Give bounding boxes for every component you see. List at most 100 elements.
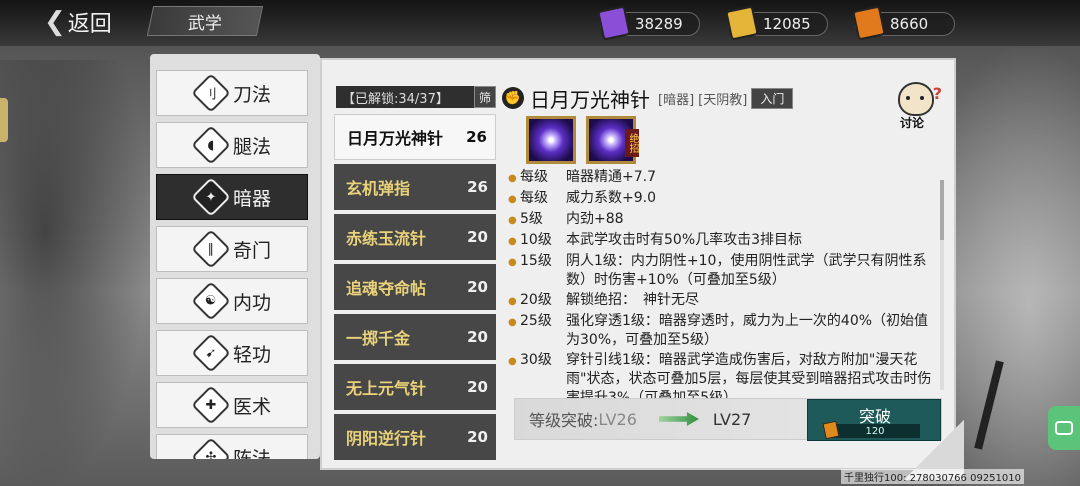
filter-button[interactable]: 筛	[474, 86, 496, 108]
skill-list-item[interactable]: 无上元气针 20	[334, 364, 496, 410]
footer-watermark: 千里独行100: 278030766 09251010	[841, 469, 1024, 484]
skill-name: 无上元气针	[346, 379, 427, 398]
category-label: 暗器	[233, 187, 272, 210]
bullet-icon: ●	[508, 257, 517, 268]
breakthrough-button[interactable]: 突破 120	[807, 399, 941, 441]
skill-name: 一掷千金	[346, 329, 411, 348]
category-kick[interactable]: ◖ 腿法	[156, 122, 308, 168]
category-formation[interactable]: ✣ 阵法	[156, 434, 308, 459]
special-move-stamp: 绝招	[625, 129, 639, 157]
formation-icon: ✣	[191, 437, 231, 459]
category-label: 腿法	[233, 135, 272, 158]
category-label: 轻功	[233, 343, 272, 366]
currency-purple[interactable]: 38289	[597, 5, 700, 41]
skill-list-item[interactable]: 日月万光神针 26	[334, 114, 496, 160]
skill-name: 阴阳逆行针	[346, 429, 427, 448]
effect-row: ● 30级 穿针引线1级：暗器武学造成伤害后，对敌方附加"漫天花雨"状态，状态可叠加…	[508, 351, 934, 400]
purple-token-icon	[597, 5, 631, 41]
left-edge-tab[interactable]	[0, 98, 8, 142]
scrollbar-thumb[interactable]	[940, 180, 944, 240]
discuss-label: 讨论	[900, 116, 925, 130]
move-burst-icon[interactable]	[526, 116, 576, 164]
skill-list-item[interactable]: 玄机弹指 26	[334, 164, 496, 210]
sect-tag: [天阴教]	[698, 92, 748, 108]
skill-level: 26	[467, 178, 488, 196]
next-level: LV27	[712, 409, 752, 429]
skill-name: 赤练玉流针	[346, 229, 427, 248]
orange-token-icon	[852, 5, 886, 41]
effect-row: ● 10级 本武学攻击时有50%几率攻击3排目标	[508, 231, 934, 251]
chat-bubble-icon	[1055, 421, 1073, 435]
rank-badge: 入门	[751, 87, 794, 109]
skill-list-item[interactable]: 赤练玉流针 20	[334, 214, 496, 260]
unlock-count: 【已解锁:34/37】	[336, 86, 478, 108]
flight-icon: ➹	[191, 333, 231, 373]
skill-name: 玄机弹指	[346, 179, 411, 198]
category-label: 奇门	[233, 239, 272, 262]
category-qimen[interactable]: ∥ 奇门	[156, 226, 308, 272]
effect-row: ● 25级 强化穿透1级：暗器穿透时，威力为上一次的40%（初始值为30%，可叠加至…	[508, 313, 929, 348]
bullet-icon: ●	[508, 296, 517, 307]
bullet-icon: ●	[508, 356, 517, 367]
skill-title: 日月万光神针	[530, 87, 650, 112]
category-blade[interactable]: 刂 刀法	[156, 70, 308, 116]
skill-level: 20	[467, 228, 488, 246]
effect-row: ● 20级 解锁绝招： 神针无尽	[508, 291, 934, 311]
chat-button[interactable]	[1048, 406, 1080, 450]
kick-icon: ◖	[191, 125, 231, 165]
breakthrough-bar: 等级突破: LV26 LV27 突破 120	[514, 398, 942, 441]
category-medicine[interactable]: ✚ 医术	[156, 382, 308, 428]
arrow-right-icon	[658, 412, 699, 426]
discuss-button[interactable]: ? 讨论	[892, 82, 942, 132]
skill-name: 追魂夺命帖	[346, 279, 427, 298]
skill-level: 26	[466, 128, 487, 146]
staff-icon: ∥	[191, 229, 231, 269]
skill-list[interactable]: 日月万光神针 26 玄机弹指 26 赤练玉流针 20 追魂夺命帖 20 一掷千金…	[334, 114, 496, 464]
skill-level: 20	[467, 378, 488, 396]
skill-list-item[interactable]: 追魂夺命帖 20	[334, 264, 496, 310]
bullet-icon: ●	[508, 236, 517, 247]
question-mark-icon: ?	[932, 84, 942, 103]
fist-icon: ✊	[502, 87, 524, 109]
category-menu: 刂 刀法 ◖ 腿法 ✦ 暗器 ∥ 奇门 ☯ 内功 ➹ 轻功 ✚ 医术 ✣ 阵法	[150, 54, 320, 459]
breakthrough-label: 等级突破:	[529, 411, 599, 430]
bullet-icon: ●	[508, 173, 517, 184]
skill-list-item[interactable]: 一掷千金 20	[334, 314, 496, 360]
category-label: 内功	[233, 291, 272, 314]
category-neigong[interactable]: ☯ 内功	[156, 278, 308, 324]
section-title-tab: 武学	[146, 6, 264, 36]
effect-row: ● 15级 阴人1级：内力阴性+10，使用阴性武学（武学只有阴性系数）时伤害+10%…	[508, 253, 927, 288]
skill-title-row: ✊ 日月万光神针 [暗器] [天阴教] 入门	[502, 84, 794, 112]
category-label: 阵法	[233, 447, 272, 460]
blade-icon: 刂	[191, 73, 231, 113]
bullet-icon: ●	[508, 317, 517, 328]
special-move-icon[interactable]: 绝招	[586, 116, 639, 164]
currency-gold[interactable]: 12085	[725, 5, 828, 41]
skill-panel: 【已解锁:34/37】 筛 日月万光神针 26 玄机弹指 26 赤练玉流针 20…	[320, 58, 964, 480]
effect-scrollbar[interactable]	[940, 180, 944, 390]
skill-name: 日月万光神针	[347, 129, 444, 148]
skill-level: 20	[467, 428, 488, 446]
meditation-icon: ☯	[191, 281, 231, 321]
back-button[interactable]: ❮ 返回	[44, 6, 112, 38]
skill-detail: ✊ 日月万光神针 [暗器] [天阴教] 入门 ? 讨论 绝招 ● 每级 暗器精通+7…	[502, 80, 944, 460]
top-bar: ❮ 返回 武学 38289 12085 8660	[0, 0, 1080, 46]
back-label: 返回	[67, 12, 112, 37]
ink-wash-left	[0, 60, 150, 486]
bullet-icon: ●	[508, 215, 517, 226]
skill-list-item[interactable]: 阴阳逆行针 20	[334, 414, 496, 460]
gold-token-icon	[725, 5, 759, 41]
type-tag: [暗器]	[658, 92, 695, 108]
effect-list[interactable]: ● 每级 暗器精通+7.7 ● 每级 威力系数+9.0 ● 5级 内劲+88 ● 10级 本武学…	[508, 168, 934, 400]
section-title: 武学	[188, 13, 222, 34]
medicine-icon: ✚	[191, 385, 231, 425]
currency-orange[interactable]: 8660	[852, 5, 955, 41]
current-level: LV26	[598, 409, 637, 429]
effect-row: ● 每级 暗器精通+7.7	[508, 168, 934, 188]
category-hidden-weapon[interactable]: ✦ 暗器	[156, 174, 308, 220]
bullet-icon: ●	[508, 194, 517, 205]
orange-token-icon	[822, 420, 840, 440]
category-qinggong[interactable]: ➹ 轻功	[156, 330, 308, 376]
category-label: 刀法	[233, 83, 272, 106]
move-icons: 绝招	[526, 116, 646, 166]
